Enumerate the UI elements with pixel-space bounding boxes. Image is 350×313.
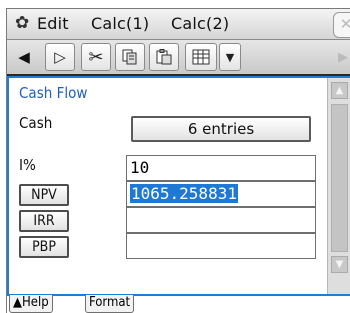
copy-button[interactable] [115,43,145,71]
npv-value: 1065.258831 [130,184,238,203]
cut-icon: ✂ [88,46,104,68]
cash-entries-button[interactable]: 6 entries [131,116,311,142]
bottom-tabs: ▲Help Format [7,295,350,313]
section-title: Cash Flow [19,84,88,102]
npv-button[interactable]: NPV [19,184,69,206]
app-window: ✿ Edit Calc(1) Calc(2) ✕ ◀ ▷ ✂ [6,8,350,313]
menu-edit[interactable]: Edit [37,14,69,33]
menu-calc1[interactable]: Calc(1) [91,14,149,33]
close-icon[interactable]: ✕ [333,12,350,38]
cash-flow-panel: Cash Flow Cash 6 entries I% 10 NPV 1065.… [7,76,350,296]
interest-field[interactable]: 10 [126,155,316,181]
vertical-scrollbar[interactable]: ▲ ▼ [327,78,350,294]
chevron-down-icon: ▼ [225,50,235,64]
forward-button[interactable]: ▷ [45,43,75,71]
irr-field[interactable] [126,207,316,233]
next-icon: ▶ [338,49,348,65]
back-button[interactable]: ◀ [9,43,39,71]
cash-label: Cash [19,114,53,132]
tab-help[interactable]: ▲Help [9,295,53,313]
back-icon: ◀ [18,48,30,66]
npv-field[interactable]: 1065.258831 [126,181,316,207]
scroll-up-icon[interactable]: ▲ [331,82,348,99]
view-grid-button[interactable] [185,43,217,71]
paste-icon [156,49,172,65]
toolbar: ◀ ▷ ✂ ▼ ▶ [7,40,350,76]
toolbar-dropdown-button[interactable]: ▼ [219,43,241,71]
pbp-field[interactable] [126,233,316,259]
pbp-button[interactable]: PBP [19,236,69,258]
tab-format[interactable]: Format [85,295,135,313]
irr-button[interactable]: IRR [19,210,69,232]
forward-icon: ▷ [54,48,66,66]
scroll-down-icon[interactable]: ▼ [331,256,348,273]
menu-calc2[interactable]: Calc(2) [171,14,229,33]
menu-bar: ✿ Edit Calc(1) Calc(2) ✕ [7,9,350,40]
gear-icon[interactable]: ✿ [15,13,29,33]
scroll-thumb[interactable] [331,104,348,252]
paste-button[interactable] [149,43,179,71]
copy-icon [122,49,137,65]
interest-value: 10 [130,158,150,177]
next-button[interactable]: ▶ [333,43,350,71]
cut-button[interactable]: ✂ [81,43,111,71]
grid-icon [192,49,210,65]
interest-label: I% [19,156,36,174]
